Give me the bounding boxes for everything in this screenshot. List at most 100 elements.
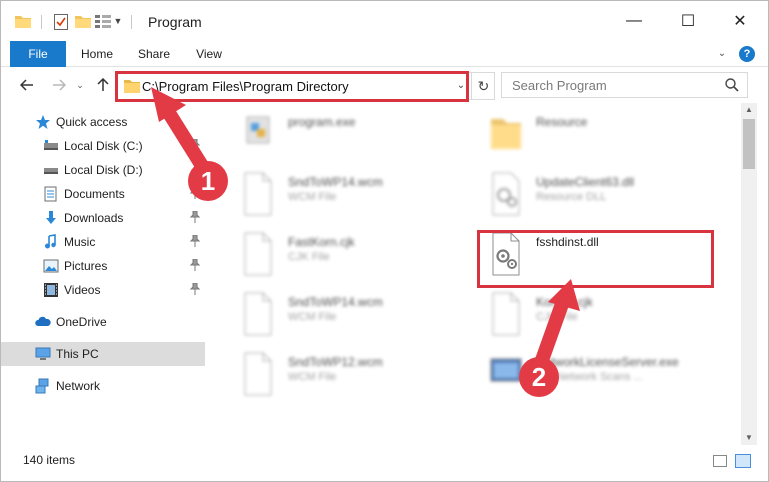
help-icon[interactable]: ? xyxy=(739,46,755,62)
sidebar-item-documents[interactable]: Documents xyxy=(1,182,205,206)
folder-icon[interactable] xyxy=(15,14,31,28)
scroll-up-arrow-icon[interactable]: ▲ xyxy=(741,103,757,117)
sidebar-item-label: This PC xyxy=(56,347,99,361)
pin-icon[interactable] xyxy=(189,258,201,271)
toolbar-divider xyxy=(41,15,42,29)
toolbar-divider xyxy=(131,15,132,29)
tab-file[interactable]: File xyxy=(10,41,66,67)
sidebar-item-local-disk-d[interactable]: Local Disk (D:) xyxy=(1,158,205,182)
sidebar-item-downloads[interactable]: Downloads xyxy=(1,206,205,230)
computer-icon xyxy=(35,346,51,362)
sidebar-item-network[interactable]: Network xyxy=(1,374,205,398)
minimize-button[interactable]: — xyxy=(611,1,657,41)
file-icon xyxy=(487,291,525,337)
file-explorer-window: ▼ Program — ☐ ✕ File Home Share View ⌄ ?… xyxy=(0,0,769,482)
scroll-thumb[interactable] xyxy=(743,119,755,169)
file-item[interactable]: program.exe xyxy=(223,111,463,163)
search-box[interactable]: Search Program xyxy=(501,72,748,98)
title-bar: ▼ Program — ☐ ✕ xyxy=(1,1,768,41)
navigation-bar: ⌄ C:\Program Files\Program Directory ⌄ ↻… xyxy=(1,67,768,103)
file-name: SndToWP12.wcm xyxy=(288,355,383,369)
file-name: NetworkLicenseServer.exe xyxy=(536,355,679,369)
step-2-badge: 2 xyxy=(519,357,559,397)
file-type: WCM File xyxy=(288,371,337,383)
network-icon xyxy=(35,378,51,394)
videos-icon xyxy=(43,282,59,298)
sidebar-item-music[interactable]: Music xyxy=(1,230,205,254)
pin-icon[interactable] xyxy=(189,282,201,295)
file-item[interactable]: Resource xyxy=(471,111,711,163)
file-item[interactable]: Korean.cjk CJK File xyxy=(471,291,711,343)
file-list: program.exe Resource SndToWP14.wcm WCM F… xyxy=(213,103,741,445)
file-name: fsshdinst.dll xyxy=(536,235,599,249)
file-type: WCM File xyxy=(288,311,337,323)
address-bar[interactable]: C:\Program Files\Program Directory ⌄ ↻ xyxy=(117,72,495,100)
expand-ribbon-chevron-icon[interactable]: ⌄ xyxy=(715,47,729,61)
scroll-down-arrow-icon[interactable]: ▼ xyxy=(741,431,757,445)
sidebar-item-onedrive[interactable]: OneDrive xyxy=(1,310,205,334)
recent-locations-chevron-icon[interactable]: ⌄ xyxy=(73,75,87,95)
pictures-icon xyxy=(43,258,59,274)
file-name: Korean.cjk xyxy=(536,295,593,309)
close-button[interactable]: ✕ xyxy=(717,1,763,41)
maximize-button[interactable]: ☐ xyxy=(665,1,711,41)
file-name: SndToWP14.wcm xyxy=(288,295,383,309)
details-view-icon[interactable] xyxy=(713,455,727,467)
customize-toolbar-chevron-icon[interactable]: ▼ xyxy=(113,14,123,28)
file-type: CJK File xyxy=(288,251,330,263)
tab-home[interactable]: Home xyxy=(73,41,121,67)
address-path[interactable]: C:\Program Files\Program Directory xyxy=(142,79,349,94)
file-item-fsshdinst-dll[interactable]: fsshdinst.dll xyxy=(471,231,711,283)
vertical-scrollbar[interactable]: ▲ ▼ xyxy=(741,103,757,445)
file-item[interactable]: UpdateClient63.dll Resource DLL xyxy=(471,171,711,223)
properties-icon[interactable] xyxy=(54,14,68,30)
file-name: FastKorn.cjk xyxy=(288,235,355,249)
sidebar-item-pictures[interactable]: Pictures xyxy=(1,254,205,278)
sidebar-item-label: Network xyxy=(56,379,101,393)
status-bar: 140 items xyxy=(1,445,768,475)
star-icon xyxy=(35,114,51,130)
downloads-icon xyxy=(43,210,59,226)
file-name: Resource xyxy=(536,115,588,129)
large-icons-view-icon[interactable] xyxy=(735,454,751,468)
refresh-icon[interactable]: ↻ xyxy=(471,73,495,99)
sidebar-item-label: Local Disk (C:) xyxy=(64,139,143,153)
drive-icon xyxy=(43,162,59,178)
sidebar-item-videos[interactable]: Videos xyxy=(1,278,205,302)
pin-icon[interactable] xyxy=(189,234,201,247)
file-item[interactable]: NetworkLicenseServer.exe WP Network Scan… xyxy=(471,351,711,403)
new-folder-icon[interactable] xyxy=(75,14,91,28)
search-icon[interactable] xyxy=(724,77,740,93)
address-dropdown-chevron-icon[interactable]: ⌄ xyxy=(453,77,469,95)
pin-icon[interactable] xyxy=(189,210,201,223)
sidebar-item-label: Music xyxy=(64,235,96,249)
view-options-icon[interactable] xyxy=(95,14,111,28)
sidebar-item-label: Local Disk (D:) xyxy=(64,163,143,177)
file-type: WCM File xyxy=(288,191,337,203)
sidebar-item-label: OneDrive xyxy=(56,315,107,329)
file-icon xyxy=(239,351,277,397)
folder-icon xyxy=(487,111,525,157)
step-1-badge: 1 xyxy=(188,161,228,201)
forward-arrow-icon[interactable] xyxy=(49,75,69,95)
file-item[interactable]: FastKorn.cjk CJK File xyxy=(223,231,463,283)
tab-share[interactable]: Share xyxy=(129,41,179,67)
back-arrow-icon[interactable] xyxy=(17,75,37,95)
tab-view[interactable]: View xyxy=(186,41,232,67)
file-name: program.exe xyxy=(288,115,356,129)
sidebar-item-this-pc[interactable]: This PC xyxy=(1,342,205,366)
file-icon xyxy=(239,231,277,277)
sidebar-item-label: Downloads xyxy=(64,211,124,225)
sidebar-item-local-disk-c[interactable]: Local Disk (C:) xyxy=(1,134,205,158)
sidebar-item-quick-access[interactable]: Quick access xyxy=(1,110,205,134)
file-type: Resource DLL xyxy=(536,191,607,203)
search-input[interactable]: Search Program xyxy=(512,78,607,93)
file-item[interactable]: SndToWP14.wcm WCM File xyxy=(223,171,463,223)
file-item[interactable]: SndToWP14.wcm WCM File xyxy=(223,291,463,343)
documents-icon xyxy=(43,186,59,202)
file-name: SndToWP14.wcm xyxy=(288,175,383,189)
pin-icon[interactable] xyxy=(189,138,201,151)
file-item[interactable]: SndToWP12.wcm WCM File xyxy=(223,351,463,403)
exe-icon xyxy=(239,111,277,157)
up-arrow-icon[interactable] xyxy=(93,75,113,95)
